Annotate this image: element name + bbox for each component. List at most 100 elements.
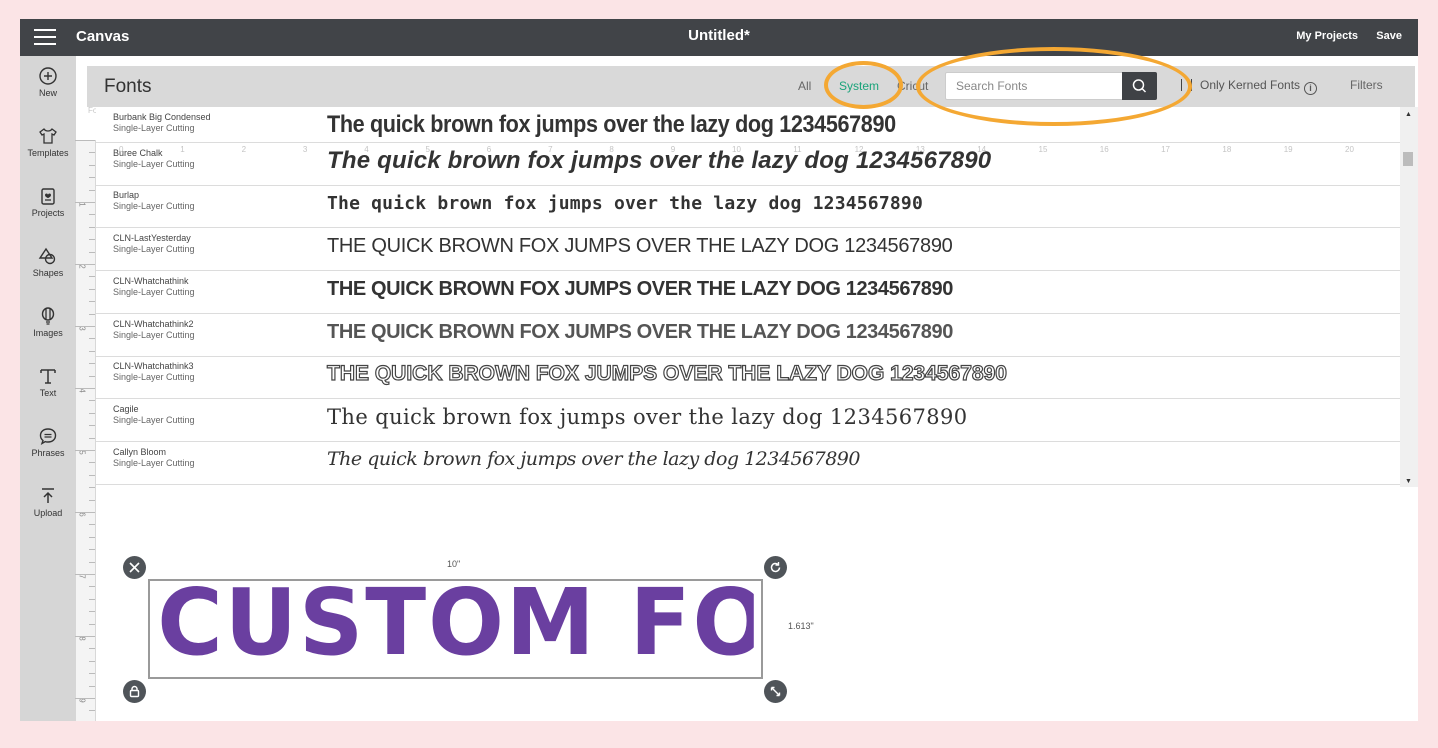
filters-button[interactable]: Filters — [1350, 78, 1383, 92]
projects-icon — [41, 188, 55, 205]
scroll-down-arrow-icon[interactable]: ▼ — [1405, 478, 1412, 485]
font-sample-preview: The quick brown fox jumps over the lazy … — [327, 277, 953, 300]
left-sidebar: New Templates Projects Shapes Images Tex… — [20, 56, 76, 721]
text-icon — [40, 369, 56, 384]
font-type: Single-Layer Cutting — [113, 244, 195, 255]
document-title: Untitled* — [688, 27, 750, 44]
font-list-item[interactable]: CLN-Whatchathink3 Single-Layer Cutting The… — [96, 356, 1400, 400]
sidebar-item-templates[interactable]: Templates — [20, 126, 76, 158]
sidebar-item-projects[interactable]: Projects — [20, 186, 76, 218]
lock-icon — [129, 685, 140, 698]
ruler-tick — [89, 177, 95, 179]
font-type: Single-Layer Cutting — [113, 158, 195, 169]
ruler-tick — [89, 536, 95, 538]
only-kerned-checkbox[interactable] — [1181, 79, 1192, 91]
info-icon[interactable]: i — [1304, 82, 1318, 95]
font-type: Single-Layer Cutting — [113, 414, 195, 425]
font-list: Burbank Big Condensed Single-Layer Cuttin… — [96, 107, 1400, 485]
resize-arrows-icon — [770, 686, 781, 697]
sidebar-item-label: Phrases — [31, 448, 65, 458]
search-button[interactable] — [1122, 72, 1157, 100]
font-sample-preview: The quick brown fox jumps over the lazy … — [327, 447, 860, 470]
ruler-tick — [89, 276, 95, 278]
font-list-scrollbar[interactable]: ▲ ▼ — [1400, 107, 1418, 487]
font-list-item[interactable]: Burbank Big Condensed Single-Layer Cuttin… — [96, 107, 1400, 143]
font-list-item[interactable]: Callyn Bloom Single-Layer Cutting The quic… — [96, 442, 1400, 485]
lock-handle[interactable] — [123, 680, 146, 703]
sidebar-item-text[interactable]: Text — [20, 366, 76, 398]
ruler-tick — [75, 636, 95, 637]
font-search-box — [945, 72, 1157, 100]
ruler-tick — [75, 388, 95, 389]
ruler-tick — [75, 202, 95, 203]
tab-system[interactable]: System — [839, 79, 879, 93]
rotate-handle[interactable] — [764, 556, 787, 579]
font-name: CLN-LastYesterday — [113, 233, 191, 244]
shapes-icon — [38, 247, 56, 265]
ruler-tick — [89, 350, 95, 352]
only-kerned-fonts-toggle[interactable]: Only Kerned Fonts i — [1181, 78, 1318, 95]
fonts-panel-header: Fonts All System Cricut Only Kerned Font… — [87, 66, 1415, 107]
ruler-tick — [89, 400, 95, 402]
font-type: Single-Layer Cutting — [113, 329, 195, 340]
shirt-icon — [39, 128, 57, 144]
ruler-tick — [89, 412, 95, 414]
ruler-tick — [89, 598, 95, 600]
ruler-tick — [89, 524, 95, 526]
rotate-icon — [770, 562, 781, 573]
ruler-tick — [75, 450, 95, 451]
font-list-item[interactable]: Cagile Single-Layer Cutting The quick brow… — [96, 399, 1400, 442]
font-list-item[interactable]: Burlap Single-Layer Cutting The quick brow… — [96, 185, 1400, 229]
tab-all[interactable]: All — [798, 79, 811, 93]
ruler-tick — [89, 239, 95, 241]
sidebar-item-new[interactable]: New — [20, 66, 76, 98]
font-list-item[interactable]: CLN-Whatchathink2 Single-Layer Cutting The… — [96, 314, 1400, 357]
fonts-panel-title: Fonts — [104, 76, 152, 97]
ruler-tick — [89, 611, 95, 613]
font-list-item[interactable]: Buree Chalk Single-Layer Cutting The quick… — [96, 143, 1400, 186]
ruler-tick — [89, 425, 95, 427]
ruler-tick — [89, 685, 95, 687]
font-name: Cagile — [113, 403, 139, 414]
font-name: CLN-Whatchathink2 — [113, 318, 194, 329]
font-name: Burbank Big Condensed — [113, 112, 211, 122]
font-type: Single-Layer Cutting — [113, 123, 195, 133]
ruler-tick — [89, 462, 95, 464]
delete-handle[interactable] — [123, 556, 146, 579]
save-button[interactable]: Save — [1376, 30, 1402, 42]
ruler-tick — [75, 264, 95, 265]
font-type: Single-Layer Cutting — [113, 457, 195, 468]
scrollbar-thumb[interactable] — [1403, 152, 1413, 166]
resize-handle[interactable] — [764, 680, 787, 703]
selection-bounding-box[interactable] — [148, 579, 763, 679]
sidebar-item-label: Text — [39, 388, 57, 398]
font-list-item[interactable]: CLN-Whatchathink Single-Layer Cutting The … — [96, 271, 1400, 314]
sidebar-item-images[interactable]: Images — [20, 306, 76, 338]
ruler-tick — [89, 474, 95, 476]
ruler-tick — [89, 251, 95, 253]
font-sample-preview: The quick brown fox jumps over the lazy … — [327, 320, 953, 343]
tab-cricut[interactable]: Cricut — [897, 79, 928, 93]
scroll-up-arrow-icon[interactable]: ▲ — [1405, 111, 1412, 118]
ruler-tick — [89, 152, 95, 154]
ruler-tick — [89, 189, 95, 191]
ruler-tick — [89, 549, 95, 551]
font-sample-preview: The quick brown fox jumps over the lazy … — [327, 193, 923, 215]
my-projects-link[interactable]: My Projects — [1296, 30, 1358, 42]
ruler-tick — [75, 512, 95, 513]
sidebar-item-phrases[interactable]: Phrases — [20, 426, 76, 458]
ruler-tick — [89, 363, 95, 365]
sidebar-item-upload[interactable]: Upload — [20, 486, 76, 518]
ruler-tick — [89, 487, 95, 489]
font-list-item[interactable]: CLN-LastYesterday Single-Layer Cutting The… — [96, 228, 1400, 272]
search-icon — [1132, 79, 1147, 93]
sidebar-item-shapes[interactable]: Shapes — [20, 246, 76, 278]
ruler-tick — [89, 648, 95, 650]
ruler-tick — [89, 673, 95, 675]
ruler-tick — [75, 574, 95, 575]
top-bar: Canvas Untitled* My Projects Save — [20, 19, 1418, 56]
ruler-tick — [89, 623, 95, 625]
font-search-input[interactable] — [946, 73, 1122, 99]
font-name: Burlap — [113, 190, 140, 201]
ruler-tick — [89, 164, 95, 166]
